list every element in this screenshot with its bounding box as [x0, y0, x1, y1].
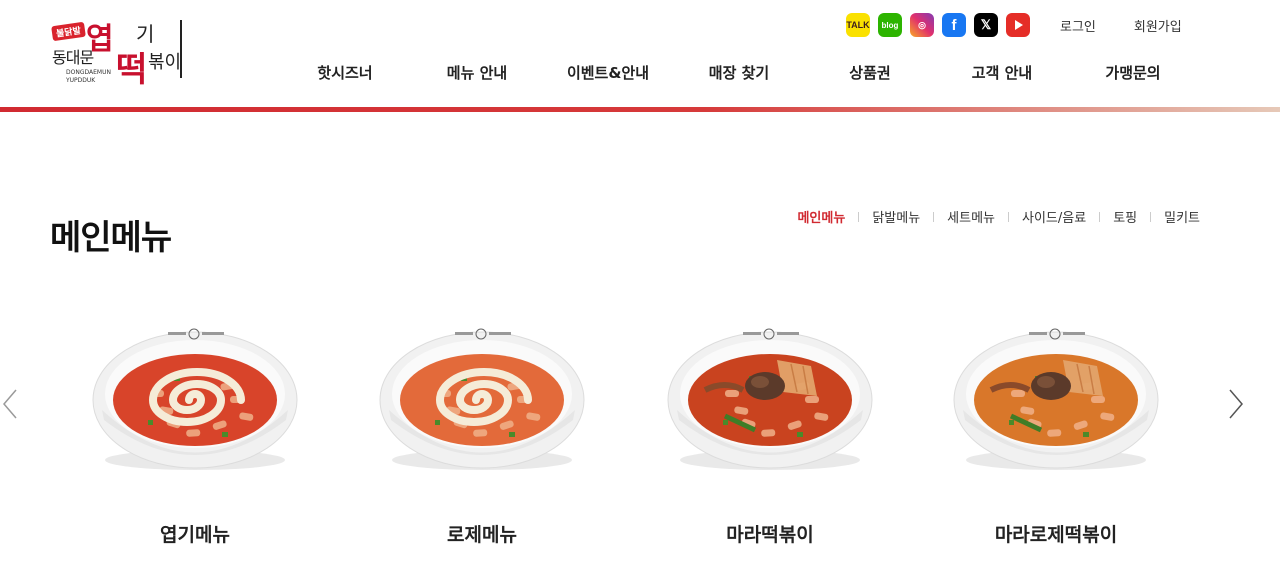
menu-card[interactable]: 엽기메뉴 [85, 320, 305, 560]
nav-item-franchise[interactable]: 가맹문의 [1105, 62, 1160, 83]
menu-card[interactable]: 마라로제떡볶이 [946, 320, 1166, 560]
x-twitter-icon[interactable]: 𝕏 [974, 13, 998, 37]
youtube-play-icon [1015, 20, 1023, 30]
menu-image [92, 328, 298, 470]
utility-menu: 로그인 회원가입 [1060, 16, 1182, 35]
tab-divider [1008, 211, 1009, 222]
main-navigation: 핫시즈너 메뉴 안내 이벤트&안내 매장 찾기 상품권 고객 안내 가맹문의 [0, 62, 1280, 86]
tab-divider [933, 211, 935, 222]
nav-item-events[interactable]: 이벤트&안내 [567, 62, 649, 83]
menu-card-name: 마라떡볶이 [726, 524, 814, 546]
logo-badge: 불닭발 [51, 21, 86, 42]
youtube-icon[interactable] [1006, 13, 1030, 37]
tab-main-menu[interactable]: 메인메뉴 [797, 207, 845, 226]
instagram-icon[interactable]: ◎ [910, 13, 934, 37]
login-link[interactable]: 로그인 [1060, 16, 1096, 35]
tab-side-drinks[interactable]: 사이드/음료 [1022, 207, 1086, 226]
menu-image [667, 328, 873, 470]
menu-category-tabs: 메인메뉴 닭발메뉴 세트메뉴 사이드/음료 토핑 밀키트 [797, 207, 1200, 226]
tab-divider [1150, 211, 1152, 222]
chevron-left-icon [3, 389, 17, 419]
page-title: 메인메뉴 [50, 218, 172, 258]
menu-image [379, 328, 585, 470]
nav-item-gift-card[interactable]: 상품권 [849, 62, 890, 83]
tab-set-menu[interactable]: 세트메뉴 [947, 207, 995, 226]
nav-item-hot-seasoner[interactable]: 핫시즈너 [317, 62, 372, 83]
menu-card[interactable]: 로제메뉴 [372, 320, 592, 560]
tab-meal-kit[interactable]: 밀키트 [1164, 207, 1200, 226]
tab-topping[interactable]: 토핑 [1113, 207, 1137, 226]
menu-card-name: 엽기메뉴 [160, 524, 230, 546]
nav-item-customer-info[interactable]: 고객 안내 [972, 62, 1032, 83]
tab-chicken-feet-menu[interactable]: 닭발메뉴 [872, 207, 920, 226]
social-links: TALK blog ◎ f 𝕏 [846, 13, 1030, 37]
slider-next-button[interactable] [1226, 384, 1246, 424]
naver-blog-icon[interactable]: blog [878, 13, 902, 37]
tab-divider [1099, 211, 1101, 222]
nav-item-menu-info[interactable]: 메뉴 안내 [447, 62, 507, 83]
menu-image [953, 328, 1159, 470]
slider-prev-button[interactable] [0, 384, 20, 424]
nav-item-store-finder[interactable]: 매장 찾기 [709, 62, 769, 83]
chevron-right-icon [1229, 389, 1243, 419]
menu-card-name: 마라로제떡볶이 [994, 524, 1118, 546]
signup-link[interactable]: 회원가입 [1134, 16, 1182, 35]
tab-divider [858, 211, 860, 222]
header-divider [0, 107, 1280, 112]
site-header: 불닭발 엽 기 동대문 떡 볶이 DONGDAEMUN YUPDDUK TALK… [0, 0, 1280, 113]
facebook-icon[interactable]: f [942, 13, 966, 37]
menu-card[interactable]: 마라떡볶이 [660, 320, 880, 560]
menu-card-name: 로제메뉴 [447, 524, 517, 546]
kakao-talk-icon[interactable]: TALK [846, 13, 870, 37]
